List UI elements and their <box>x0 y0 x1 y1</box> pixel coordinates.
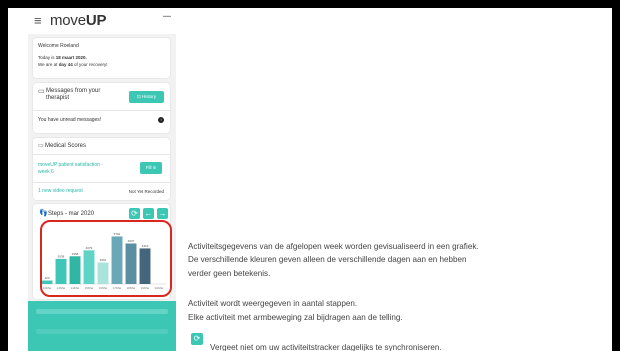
sync-button[interactable]: ⟳ <box>129 208 140 219</box>
steps-label: Steps - mar 2020 <box>48 211 95 217</box>
history-button[interactable]: ⊡ History <box>129 91 164 103</box>
status-icons: ▬▬ <box>163 13 171 18</box>
fill-in-button[interactable]: Fill in <box>140 162 162 174</box>
chart-highlight-circle <box>40 220 172 297</box>
divider <box>33 182 170 183</box>
hamburger-menu-icon[interactable]: ≡ <box>34 14 42 28</box>
video-request-text[interactable]: 1 new video request <box>38 188 83 195</box>
description-line: verder geen betekenis. <box>188 269 271 278</box>
messages-card: ▭ Messages from your therapist ⊡ History … <box>33 83 170 133</box>
description-line: Elke activiteit met armbeweging zal bijd… <box>188 313 403 322</box>
video-status: Not Yet Recorded <box>128 189 164 194</box>
description-line: Vergeet niet om uw activiteitstracker da… <box>210 343 442 351</box>
footsteps-icon: 👣 <box>39 210 48 217</box>
slide: ≡ moveUP ▬▬ Welcome Roeland Today is 18 … <box>8 8 612 351</box>
welcome-greeting: Welcome Roeland <box>38 43 79 49</box>
divider <box>33 110 170 111</box>
recovery-text: We are at day 44 of your recovery! <box>38 62 108 67</box>
description-line: De verschillende kleuren geven alleen de… <box>188 255 467 264</box>
survey-link[interactable]: moveUP patient satisfaction - week 6 <box>38 162 103 176</box>
previous-week-button[interactable]: ← <box>143 208 154 219</box>
nav-stripe <box>36 329 168 334</box>
messages-title: Messages from your therapist <box>46 88 101 101</box>
medical-scores-title: Medical Scores <box>45 143 87 149</box>
divider <box>33 154 170 155</box>
welcome-card: Welcome Roeland Today is 18 maart 2020. … <box>33 38 170 78</box>
today-text: Today is 18 maart 2020. <box>38 55 87 60</box>
medical-scores-card: ▭ Medical Scores moveUP patient satisfac… <box>33 138 170 200</box>
next-week-button[interactable]: → <box>157 208 168 219</box>
unread-badge-icon[interactable]: ! <box>158 117 164 123</box>
app-logo: moveUP <box>50 12 107 29</box>
message-icon: ▭ <box>38 88 45 95</box>
description-line: Activiteit wordt weergegeven in aantal s… <box>188 299 358 308</box>
folder-icon: ▭ <box>38 143 44 149</box>
unread-messages-text: You have unread messages! <box>38 117 102 123</box>
bottom-navigation <box>28 301 176 351</box>
description-line: Activiteitsgegevens van de afgelopen wee… <box>188 242 479 251</box>
nav-stripe <box>36 309 168 314</box>
app-header: ≡ moveUP ▬▬ <box>28 8 176 34</box>
sync-icon: ⟳ <box>191 333 203 345</box>
phone-screenshot: ≡ moveUP ▬▬ Welcome Roeland Today is 18 … <box>28 8 176 351</box>
